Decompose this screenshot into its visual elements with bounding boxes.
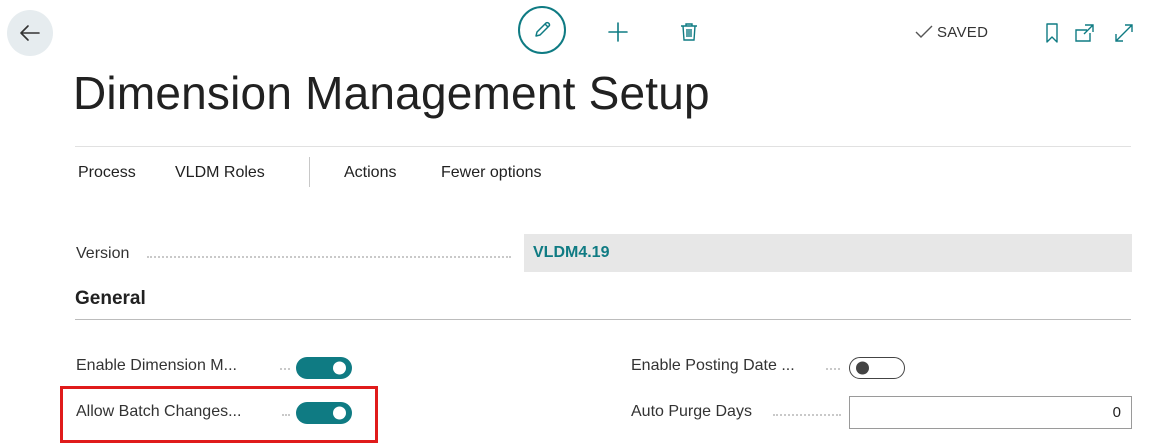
enable-dimension-leader-dots <box>280 368 290 370</box>
bookmark-icon <box>1046 23 1058 43</box>
highlight-box <box>60 386 378 443</box>
auto-purge-days-leader-dots <box>773 414 841 416</box>
action-bar-separator <box>309 157 310 187</box>
saved-label: SAVED <box>937 23 989 41</box>
enable-posting-date-leader-dots <box>826 368 840 370</box>
back-arrow-icon <box>20 25 40 41</box>
version-leader-dots <box>147 256 511 258</box>
expand-button[interactable] <box>1110 20 1138 46</box>
auto-purge-days-input[interactable] <box>849 396 1132 429</box>
action-vldm-roles[interactable]: VLDM Roles <box>175 164 265 182</box>
version-value: VLDM4.19 <box>533 244 610 261</box>
enable-posting-date-toggle[interactable] <box>849 357 905 379</box>
auto-purge-days-label: Auto Purge Days <box>631 403 752 420</box>
expand-icon <box>1115 24 1133 42</box>
back-button[interactable] <box>7 10 53 56</box>
new-button[interactable] <box>604 18 632 46</box>
open-new-window-icon <box>1075 24 1094 42</box>
enable-dimension-label: Enable Dimension M... <box>76 357 237 374</box>
edit-button[interactable] <box>518 6 566 54</box>
open-new-window-button[interactable] <box>1070 20 1098 46</box>
page-title: Dimension Management Setup <box>73 67 710 119</box>
plus-icon <box>608 22 628 42</box>
checkmark-icon <box>915 25 933 38</box>
bookmark-button[interactable] <box>1041 20 1063 46</box>
action-fewer-options[interactable]: Fewer options <box>441 164 542 182</box>
version-label: Version <box>76 245 130 262</box>
action-process[interactable]: Process <box>78 164 136 182</box>
pencil-icon <box>535 21 551 37</box>
version-field: VLDM4.19 <box>524 234 1132 272</box>
action-bar-divider <box>75 146 1131 147</box>
enable-posting-date-label: Enable Posting Date ... <box>631 357 795 374</box>
general-group-title[interactable]: General <box>75 288 146 310</box>
trash-icon <box>681 23 697 41</box>
saved-status: SAVED <box>914 20 988 44</box>
general-group-divider <box>75 319 1131 320</box>
enable-dimension-toggle[interactable] <box>296 357 352 379</box>
action-actions[interactable]: Actions <box>344 164 396 182</box>
toggle-knob <box>856 361 869 375</box>
delete-button[interactable] <box>676 18 702 46</box>
toggle-knob <box>333 361 346 375</box>
